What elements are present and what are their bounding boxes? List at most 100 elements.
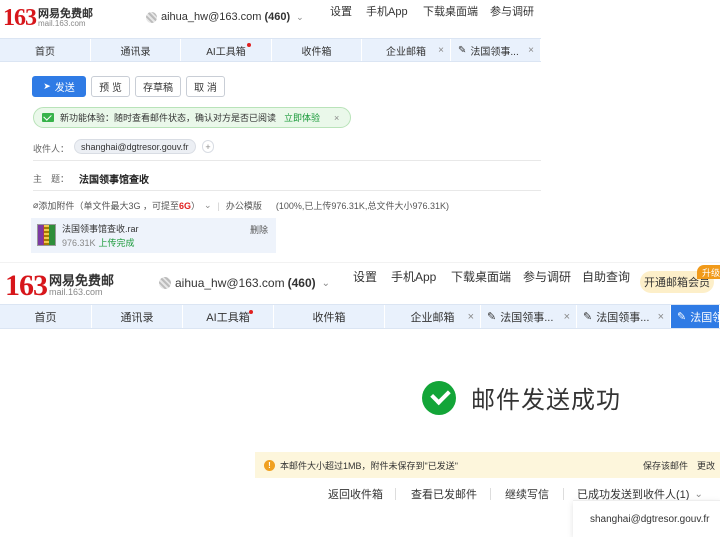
tab-compose[interactable]: ✎ 法国领事... × [451, 39, 541, 61]
tab-bar: 首页 通讯录 AI工具箱 收件箱 企业邮箱 × ✎ 法国领事... × [0, 38, 541, 62]
preview-button[interactable]: 预 览 [91, 76, 130, 97]
recipient-item[interactable]: shanghai@dgtresor.gouv.fr [590, 514, 709, 525]
avatar [146, 11, 157, 23]
nav-mobile-app[interactable]: 手机App [391, 268, 436, 285]
subject-value[interactable]: 法国领事馆查收 [79, 171, 149, 186]
tab-label: 法国领 [690, 311, 720, 324]
pencil-icon: ✎ [487, 311, 497, 323]
tab-label: 通讯录 [120, 46, 151, 58]
nav-survey[interactable]: 参与调研 [490, 3, 534, 19]
tab-enterprise-mail[interactable]: 企业邮箱 × [362, 39, 451, 61]
send-button[interactable]: ➤ 发送 [32, 76, 86, 97]
continue-writing-link[interactable]: 继续写信 [505, 486, 549, 502]
nav-self-service[interactable]: 自助查询 [582, 268, 630, 285]
view-sent-link[interactable]: 查看已发邮件 [411, 486, 477, 502]
divider [33, 190, 541, 191]
user-email: aihua_hw@163.com [161, 11, 262, 23]
tab-home[interactable]: 首页 [0, 305, 92, 328]
recipient-dropdown: shanghai@dgtresor.gouv.fr [573, 500, 720, 537]
tab-contacts[interactable]: 通讯录 [92, 305, 183, 328]
avatar [159, 277, 171, 289]
try-now-link[interactable]: 立即体验 [284, 111, 320, 124]
close-icon[interactable]: × [468, 311, 474, 323]
tab-label: 通讯录 [120, 311, 154, 324]
tab-compose-2[interactable]: ✎ 法国领事... × [577, 305, 671, 328]
attach-hint-limit[interactable]: 6G [179, 201, 191, 211]
attachment-size: 976.31K [62, 238, 96, 248]
unread-count: (460) [287, 276, 316, 290]
pencil-icon: ✎ [583, 311, 593, 323]
compose-screenshot: 163 网易免费邮 mail.163.com aihua_hw@163.com … [0, 0, 541, 262]
preview-label: 预 览 [99, 83, 122, 94]
tab-label: AI工具箱 [206, 311, 250, 324]
cancel-label: 取 消 [194, 83, 217, 94]
subject-label: 主 题： [33, 174, 70, 184]
tab-label: 首页 [34, 311, 57, 324]
separator [395, 488, 396, 500]
attachment-toolbar: ⌀ 添加附件 （单文件最大3G ，可提至 6G ） ⌄ | 办公模版 (100%… [33, 199, 449, 212]
back-to-inbox-link[interactable]: 返回收件箱 [328, 486, 383, 502]
user-account[interactable]: aihua_hw@163.com (460) ⌄ [159, 276, 330, 290]
recipient-label: 收件人： [33, 144, 70, 154]
attach-hint: （单文件最大3G ，可提至 [74, 201, 179, 211]
attachment-item: 法国领事馆查收.rar 976.31K 上传完成 删除 [31, 218, 276, 253]
chevron-down-icon[interactable]: ⌄ [204, 200, 212, 211]
paper-plane-icon: ➤ [43, 81, 51, 91]
nav-mobile-app[interactable]: 手机App [366, 3, 408, 19]
feature-banner: 新功能体验：随时查看邮件状态，确认对方是否已阅读 立即体验 × [33, 107, 351, 128]
tab-label: 首页 [35, 46, 55, 58]
save-draft-button[interactable]: 存草稿 [135, 76, 181, 97]
nav-download-desktop[interactable]: 下载桌面端 [451, 268, 511, 285]
logo-name: 网易免费邮 [49, 272, 115, 288]
close-icon[interactable]: × [334, 113, 339, 123]
user-email: aihua_hw@163.com [175, 276, 285, 290]
tab-label: 法国领事... [500, 311, 554, 324]
check-circle-icon [422, 380, 456, 415]
send-label: 发送 [54, 83, 75, 94]
screenshot-divider [0, 262, 720, 263]
draft-label: 存草稿 [143, 83, 173, 94]
chevron-down-icon: ⌄ [321, 277, 330, 289]
upgrade-label: 升级 [702, 267, 720, 278]
add-recipient-icon[interactable]: + [202, 140, 214, 153]
change-link[interactable]: 更改 [697, 459, 715, 472]
logo-number: 163 [5, 269, 48, 302]
close-icon[interactable]: × [528, 45, 534, 56]
save-mail-link[interactable]: 保存该邮件 [643, 459, 688, 472]
chevron-down-icon: ⌄ [296, 11, 304, 22]
tab-ai-tools[interactable]: AI工具箱 [181, 39, 272, 61]
nav-settings[interactable]: 设置 [330, 3, 352, 19]
tab-inbox[interactable]: 收件箱 [272, 39, 362, 61]
mail-logo[interactable]: 163 网易免费邮 mail.163.com [5, 269, 114, 303]
tab-compose[interactable]: ✎ 法国领事... × [481, 305, 577, 328]
close-icon[interactable]: × [438, 45, 444, 56]
separator [563, 488, 564, 500]
tab-ai-tools[interactable]: AI工具箱 [183, 305, 274, 328]
close-icon[interactable]: × [658, 311, 664, 323]
tab-compose-active[interactable]: ✎ 法国领 [671, 305, 720, 328]
nav-download-desktop[interactable]: 下载桌面端 [423, 3, 478, 19]
logo-number: 163 [3, 5, 37, 31]
nav-settings[interactable]: 设置 [353, 268, 377, 285]
tab-contacts[interactable]: 通讯录 [91, 39, 181, 61]
add-attachment-link[interactable]: 添加附件 [38, 199, 74, 212]
delete-attachment-button[interactable]: 删除 [250, 223, 268, 236]
attachment-name: 法国领事馆查收.rar [62, 224, 139, 234]
mail-logo[interactable]: 163 网易免费邮 mail.163.com [3, 5, 93, 32]
new-dot [247, 43, 251, 47]
tab-bar: 首页 通讯录 AI工具箱 收件箱 企业邮箱 × ✎ 法国领事... × ✎ 法国领事..… [0, 304, 720, 329]
nav-survey[interactable]: 参与调研 [523, 268, 571, 285]
cancel-button[interactable]: 取 消 [186, 76, 225, 97]
divider [33, 160, 541, 161]
logo-domain: mail.163.com [49, 287, 103, 298]
tab-inbox[interactable]: 收件箱 [274, 305, 385, 328]
tab-home[interactable]: 首页 [0, 39, 91, 61]
attach-hint-end: ） [190, 201, 200, 211]
user-account[interactable]: aihua_hw@163.com (460) ⌄ [146, 11, 304, 23]
upload-summary: (100%,已上传976.31K,总文件大小976.31K) [275, 201, 449, 211]
recipient-chip[interactable]: shanghai@dgtresor.gouv.fr [74, 139, 196, 154]
tab-enterprise-mail[interactable]: 企业邮箱 × [385, 305, 481, 328]
unread-count: (460) [264, 11, 291, 23]
close-icon[interactable]: × [564, 311, 570, 323]
office-template-link[interactable]: 办公模版 [226, 199, 262, 212]
